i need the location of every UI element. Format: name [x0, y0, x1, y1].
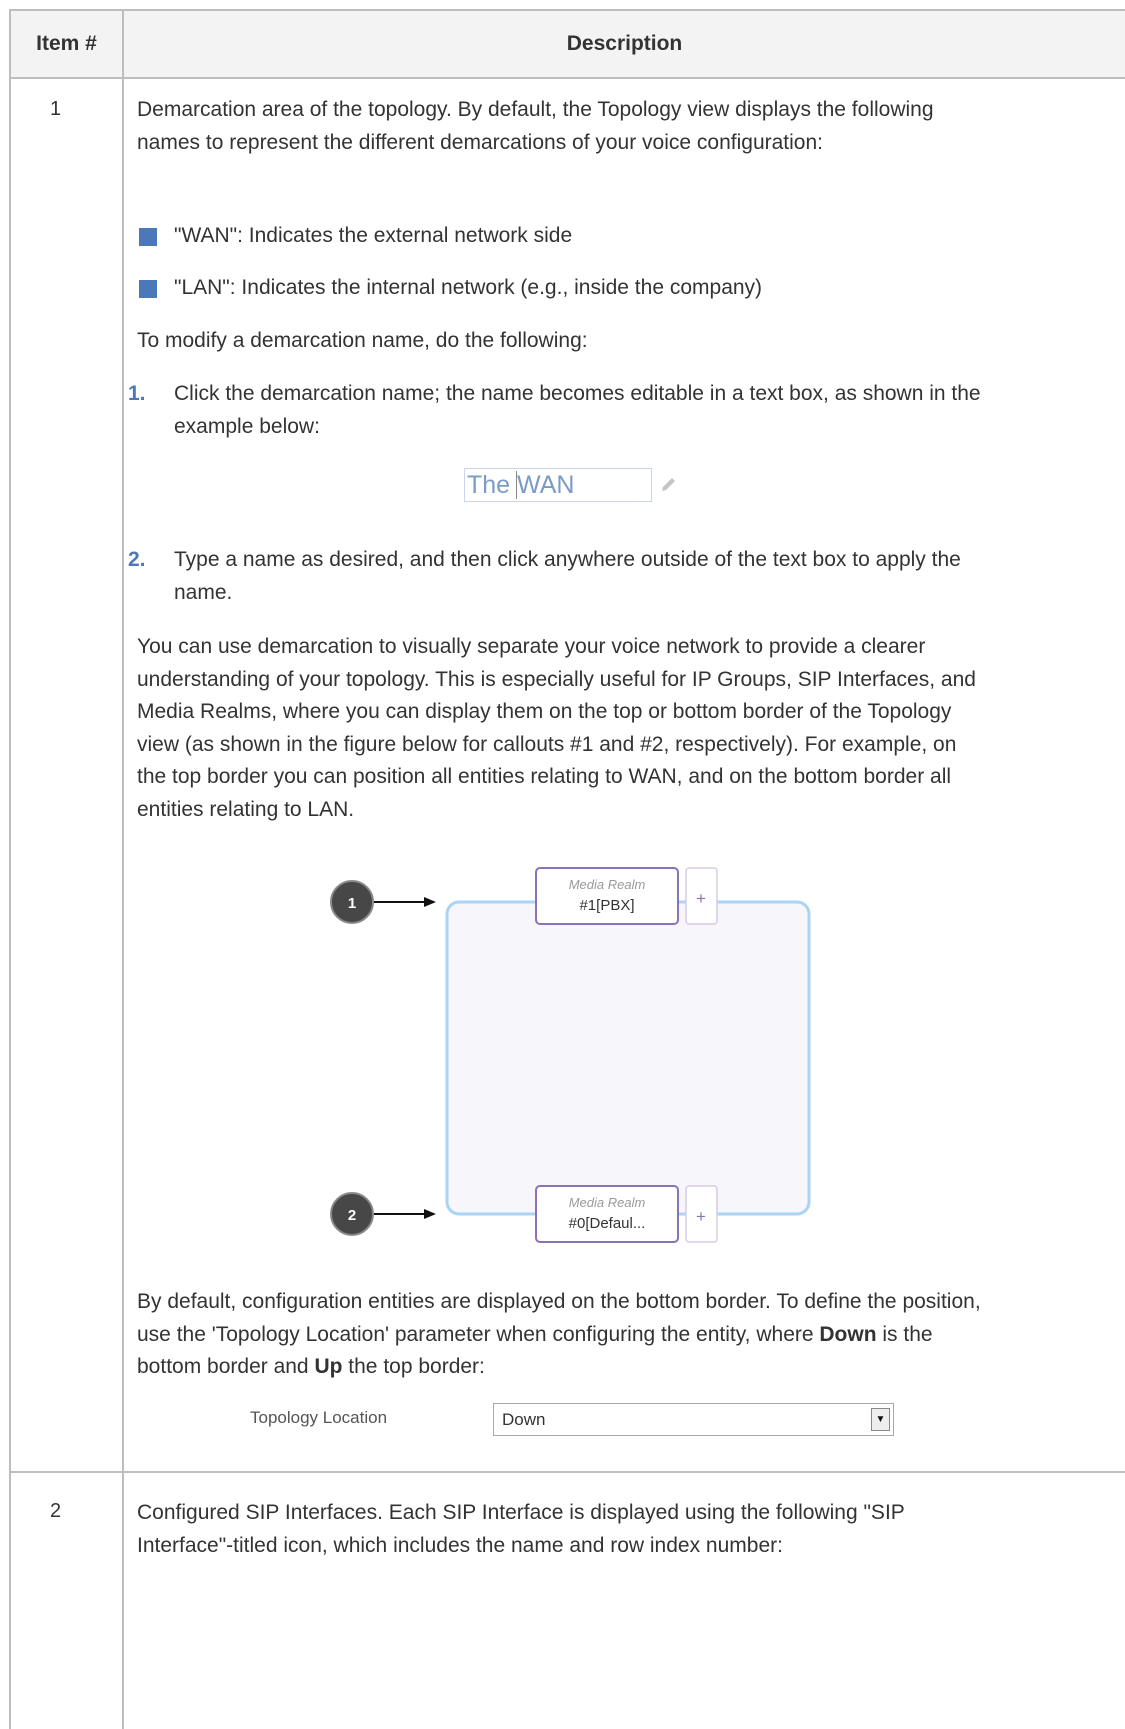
media-realm-bottom-title: Media Realm: [569, 1195, 646, 1210]
media-realm-top: Media Realm #1[PBX]: [535, 867, 679, 925]
table-header: Item # Description: [11, 11, 1125, 79]
up-keyword: Up: [314, 1355, 343, 1378]
callout-1-label: 1: [348, 895, 356, 912]
step-1-number: 1.: [128, 382, 146, 405]
topology-location-label: Topology Location: [250, 1408, 388, 1427]
row-1-intro: Demarcation area of the topology. By def…: [137, 98, 934, 154]
callout-2: 2: [330, 1192, 436, 1236]
arrow-right-icon: [424, 897, 436, 907]
callout-2-label: 2: [348, 1207, 356, 1224]
bullet-lan: "LAN": Indicates the internal network (e…: [174, 276, 763, 299]
column-divider: [122, 77, 124, 1729]
topology-figure: 1 2 Media Realm #1[PBX] + Media Realm #0…: [330, 867, 811, 1243]
bullet-wan: "WAN": Indicates the external network si…: [174, 224, 573, 247]
arrow-right-icon: [424, 1209, 436, 1219]
bullet-square-icon: [139, 228, 157, 246]
demarcation-name-value: The WAN: [467, 471, 575, 499]
dropdown-arrow-icon[interactable]: ▼: [871, 1408, 890, 1431]
demarcation-name-textbox[interactable]: The WAN: [464, 468, 652, 502]
modify-intro: To modify a demarcation name, do the fol…: [137, 329, 588, 352]
media-realm-bottom-name: #0[Defaul...: [569, 1215, 646, 1232]
row-2-text: Configured SIP Interfaces. Each SIP Inte…: [137, 1501, 905, 1557]
usage-paragraph: You can use demarcation to visually sepa…: [137, 635, 976, 821]
step-1-text: Click the demarcation name; the name bec…: [174, 382, 981, 438]
topology-location-value: Down: [502, 1410, 546, 1429]
media-realm-top-title: Media Realm: [569, 877, 646, 892]
plus-icon: +: [696, 1207, 706, 1226]
add-entity-top-button: +: [685, 867, 718, 925]
pencil-icon[interactable]: [659, 474, 679, 494]
row-divider: [11, 1471, 1125, 1473]
step-2-text: Type a name as desired, and then click a…: [174, 548, 961, 604]
header-description: Description: [566, 32, 683, 55]
add-entity-bottom-button: +: [685, 1185, 718, 1243]
row-1-number: 1: [49, 98, 62, 120]
step-2-number: 2.: [128, 548, 146, 571]
bullet-square-icon: [139, 280, 157, 298]
text-cursor: [516, 471, 517, 499]
default-position-text-c: the top border:: [342, 1355, 485, 1378]
topology-border: [445, 900, 811, 1216]
media-realm-top-name: #1[PBX]: [579, 897, 634, 914]
plus-icon: +: [696, 889, 706, 908]
topology-location-select[interactable]: Down ▼: [493, 1403, 894, 1436]
callout-1: 1: [330, 880, 436, 924]
header-item-number: Item #: [11, 11, 124, 77]
media-realm-bottom: Media Realm #0[Defaul...: [535, 1185, 679, 1243]
row-2-number: 2: [49, 1500, 62, 1522]
down-keyword: Down: [819, 1322, 877, 1346]
default-position-paragraph: By default, configuration entities are d…: [137, 1286, 987, 1384]
